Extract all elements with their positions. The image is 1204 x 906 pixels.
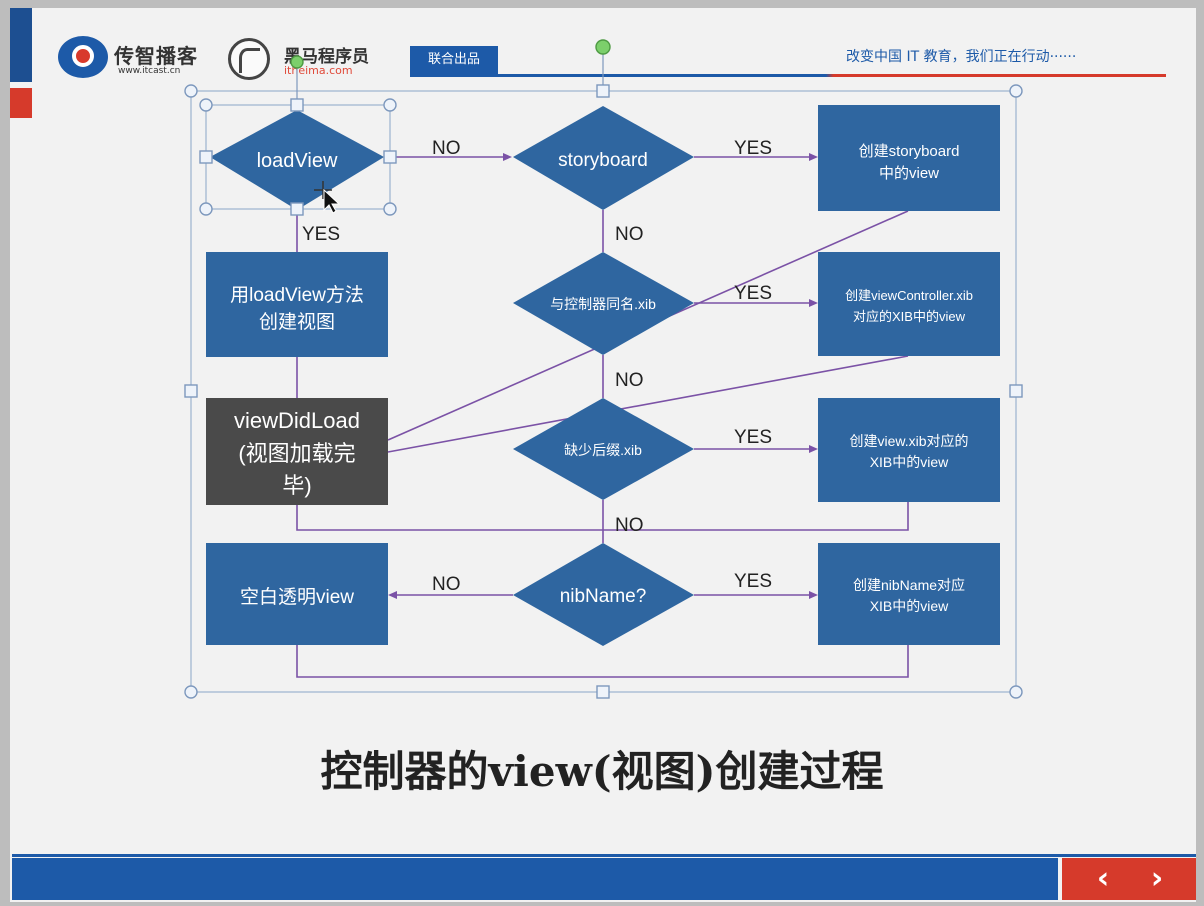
edge-label-storyboard-yes: YES	[734, 138, 772, 159]
arrowhead	[809, 299, 818, 307]
box-blank-view-label: 空白透明view	[240, 586, 354, 608]
resize-handle[interactable]	[184, 384, 198, 398]
box-create-view-xib[interactable]	[818, 398, 1000, 502]
edge-labels: NO YES YES NO YES NO YES NO NO YES	[302, 138, 772, 595]
resize-handle[interactable]	[596, 685, 610, 699]
decision-missing-suffix-label: 缺少后缀.xib	[564, 442, 642, 458]
decision-same-name-label: 与控制器同名.xib	[550, 296, 656, 312]
resize-handle[interactable]	[1009, 685, 1023, 699]
decision-nibname-label: nibName?	[560, 586, 647, 607]
box-use-loadview-line2: 创建视图	[259, 311, 335, 333]
rotate-handle-icon[interactable]	[595, 39, 611, 55]
box-viewdidload-line2: (视图加载完	[238, 441, 355, 466]
next-slide-button[interactable]: ›	[1132, 862, 1182, 896]
resize-handle[interactable]	[184, 84, 198, 98]
edge-label-loadview-yes: YES	[302, 224, 340, 245]
resize-handle[interactable]	[1009, 84, 1023, 98]
decision-loadview-label: loadView	[257, 150, 338, 172]
resize-handle[interactable]	[383, 98, 397, 112]
arrowhead	[388, 591, 397, 599]
footer-line	[12, 854, 1196, 857]
arrowhead	[503, 153, 512, 161]
box-create-vc-xib-line2: 对应的XIB中的view	[853, 309, 966, 324]
resize-handle[interactable]	[184, 685, 198, 699]
rotate-handle-icon[interactable]	[290, 55, 304, 69]
arrowhead	[809, 445, 818, 453]
box-viewdidload-line3: 毕)	[282, 473, 311, 498]
resize-handle[interactable]	[596, 84, 610, 98]
connector-nibname-viewdidload	[296, 645, 909, 678]
box-create-vc-xib[interactable]	[818, 252, 1000, 356]
edge-label-same-name-no: NO	[615, 370, 644, 391]
resize-handle[interactable]	[199, 202, 213, 216]
edge-label-nibname-yes: YES	[734, 571, 772, 592]
resize-handle[interactable]	[1009, 384, 1023, 398]
box-create-view-xib-line1: 创建view.xib对应的	[849, 433, 968, 449]
resize-handle[interactable]	[290, 202, 304, 216]
footer-bar	[12, 858, 1058, 900]
edge-label-storyboard-no: NO	[615, 224, 644, 245]
resize-handle[interactable]	[383, 150, 397, 164]
arrowhead	[809, 591, 818, 599]
resize-handle[interactable]	[199, 150, 213, 164]
edge-label-same-name-yes: YES	[734, 283, 772, 304]
box-use-loadview-line1: 用loadView方法	[230, 284, 364, 306]
box-create-nibname[interactable]	[818, 543, 1000, 645]
box-create-nibname-line1: 创建nibName对应	[853, 577, 965, 593]
resize-handle[interactable]	[290, 98, 304, 112]
box-create-nibname-line2: XIB中的view	[870, 598, 949, 614]
slide-nav: ‹ ›	[1062, 858, 1196, 900]
arrowhead	[809, 153, 818, 161]
edge-label-missing-suffix-no: NO	[615, 515, 644, 536]
resize-handle[interactable]	[383, 202, 397, 216]
edge-label-loadview-no: NO	[432, 138, 461, 159]
resize-handle[interactable]	[199, 98, 213, 112]
decision-storyboard-label: storyboard	[558, 150, 648, 171]
box-create-storyboard-line2: 中的view	[879, 165, 939, 182]
prev-slide-button[interactable]: ‹	[1078, 862, 1128, 896]
box-create-storyboard-line1: 创建storyboard	[859, 143, 960, 160]
edge-label-nibname-no: NO	[432, 574, 461, 595]
box-create-view-xib-line2: XIB中的view	[870, 454, 949, 470]
slide-caption: 控制器的view(视图)创建过程	[320, 747, 884, 796]
box-create-vc-xib-line1: 创建viewController.xib	[845, 288, 973, 303]
decision-labels: loadView storyboard 与控制器同名.xib 缺少后缀.xib …	[257, 150, 657, 607]
edge-label-missing-suffix-yes: YES	[734, 427, 772, 448]
box-viewdidload-line1: viewDidLoad	[234, 408, 360, 433]
